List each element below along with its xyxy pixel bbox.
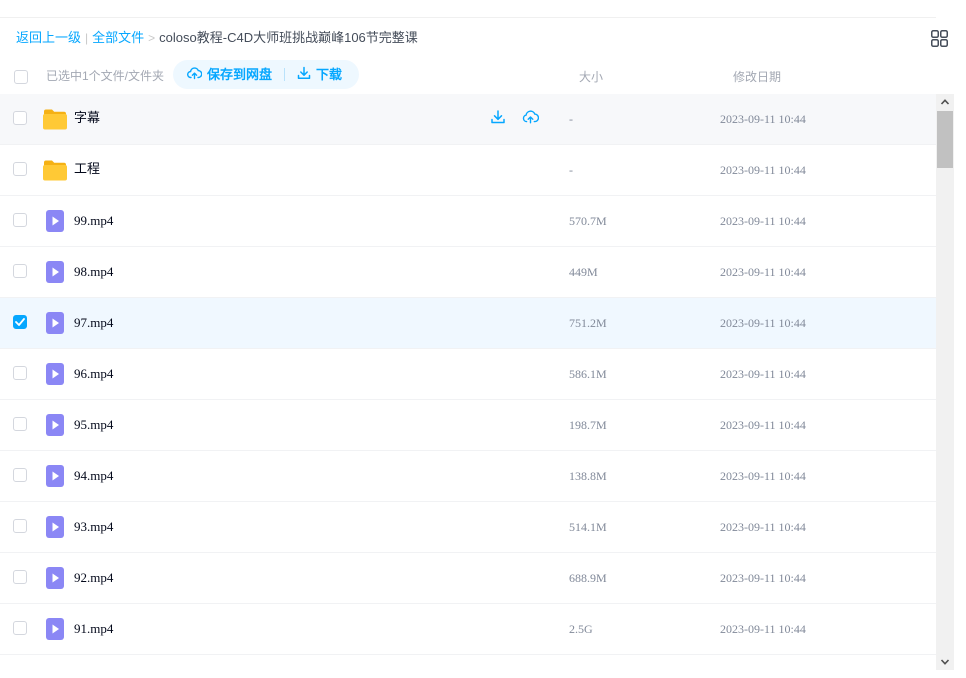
row-download-icon[interactable] xyxy=(490,109,506,125)
scroll-up-icon[interactable] xyxy=(936,94,954,110)
row-checkbox[interactable] xyxy=(13,621,27,635)
folder-row[interactable]: 字幕 - 2023-09-11 10:44 xyxy=(0,94,936,145)
download-label: 下载 xyxy=(316,66,343,82)
scroll-down-icon[interactable] xyxy=(936,654,954,670)
file-name[interactable]: 94.mp4 xyxy=(74,468,113,484)
video-file-icon xyxy=(44,260,66,289)
breadcrumb: 返回上一级 | 全部文件 > coloso教程-C4D大师班挑战巅峰106节完整… xyxy=(16,29,418,47)
file-size: 514.1M xyxy=(569,520,607,534)
file-name[interactable]: 98.mp4 xyxy=(74,264,113,280)
file-name[interactable]: 字幕 xyxy=(74,111,100,127)
row-checkbox[interactable] xyxy=(13,213,27,227)
file-size: 751.2M xyxy=(569,316,607,330)
file-name[interactable]: 91.mp4 xyxy=(74,621,113,637)
breadcrumb-arrow: > xyxy=(148,31,156,45)
file-row[interactable]: 94.mp4 138.8M 2023-09-11 10:44 xyxy=(0,451,936,502)
download-button[interactable]: 下载 xyxy=(297,66,342,84)
download-icon xyxy=(297,66,311,84)
video-file-icon xyxy=(44,311,66,340)
row-checkbox[interactable] xyxy=(13,519,27,533)
video-file-icon xyxy=(44,617,66,646)
row-save-to-drive-icon[interactable] xyxy=(522,109,540,125)
file-size: 688.9M xyxy=(569,571,607,585)
folder-row[interactable]: 工程 - 2023-09-11 10:44 xyxy=(0,145,936,196)
modified-date: 2023-09-11 10:44 xyxy=(720,316,806,330)
modified-date: 2023-09-11 10:44 xyxy=(720,163,806,177)
folder-icon xyxy=(42,107,68,136)
current-folder-title: coloso教程-C4D大师班挑战巅峰106节完整课 xyxy=(159,30,418,45)
modified-date: 2023-09-11 10:44 xyxy=(720,469,806,483)
file-row[interactable]: 92.mp4 688.9M 2023-09-11 10:44 xyxy=(0,553,936,604)
modified-date: 2023-09-11 10:44 xyxy=(720,520,806,534)
row-actions xyxy=(490,109,540,125)
back-link[interactable]: 返回上一级 xyxy=(16,29,81,47)
all-files-link[interactable]: 全部文件 xyxy=(92,29,144,47)
date-column-header[interactable]: 修改日期 xyxy=(733,68,781,85)
file-size: 570.7M xyxy=(569,214,607,228)
row-checkbox[interactable] xyxy=(13,264,27,278)
breadcrumb-divider: | xyxy=(85,31,89,45)
file-row[interactable]: 98.mp4 449M 2023-09-11 10:44 xyxy=(0,247,936,298)
save-to-drive-label: 保存到网盘 xyxy=(207,66,273,82)
file-list: 字幕 -2023-09-11 10:44 工程 -2023-09-11 10:44 99… xyxy=(0,94,936,678)
batch-actions: 保存到网盘 下载 xyxy=(173,60,359,89)
video-file-icon xyxy=(44,515,66,544)
row-checkbox[interactable] xyxy=(13,417,27,431)
file-row[interactable]: 93.mp4 514.1M 2023-09-11 10:44 xyxy=(0,502,936,553)
cloud-upload-icon xyxy=(187,66,203,84)
file-size: 586.1M xyxy=(569,367,607,381)
video-file-icon xyxy=(44,413,66,442)
file-share-page: 返回上一级 | 全部文件 > coloso教程-C4D大师班挑战巅峰106节完整… xyxy=(0,0,966,678)
file-row[interactable]: 96.mp4 586.1M 2023-09-11 10:44 xyxy=(0,349,936,400)
grid-view-icon[interactable] xyxy=(931,30,948,47)
file-name[interactable]: 92.mp4 xyxy=(74,570,113,586)
modified-date: 2023-09-11 10:44 xyxy=(720,367,806,381)
scroll-thumb[interactable] xyxy=(937,111,953,168)
row-checkbox[interactable] xyxy=(13,570,27,584)
row-checkbox[interactable] xyxy=(13,366,27,380)
file-name[interactable]: 99.mp4 xyxy=(74,213,113,229)
modified-date: 2023-09-11 10:44 xyxy=(720,265,806,279)
modified-date: 2023-09-11 10:44 xyxy=(720,418,806,432)
file-size: 2.5G xyxy=(569,622,593,636)
size-column-header[interactable]: 大小 xyxy=(579,68,603,85)
modified-date: 2023-09-11 10:44 xyxy=(720,214,806,228)
modified-date: 2023-09-11 10:44 xyxy=(720,571,806,585)
scrollbar[interactable] xyxy=(936,94,954,670)
select-all-checkbox[interactable] xyxy=(14,70,28,84)
row-checkbox[interactable] xyxy=(13,111,27,125)
row-checkbox[interactable] xyxy=(13,162,27,176)
file-size: 449M xyxy=(569,265,598,279)
file-size: 198.7M xyxy=(569,418,607,432)
file-name[interactable]: 95.mp4 xyxy=(74,417,113,433)
video-file-icon xyxy=(44,464,66,493)
modified-date: 2023-09-11 10:44 xyxy=(720,112,806,126)
row-checkbox[interactable] xyxy=(13,468,27,482)
file-name[interactable]: 93.mp4 xyxy=(74,519,113,535)
file-size: - xyxy=(569,112,573,126)
file-name[interactable]: 97.mp4 xyxy=(74,315,113,331)
action-divider xyxy=(284,68,286,81)
file-row[interactable]: 95.mp4 198.7M 2023-09-11 10:44 xyxy=(0,400,936,451)
selected-count: 已选中1个文件/文件夹 xyxy=(46,69,165,83)
folder-icon xyxy=(42,158,68,187)
file-size: - xyxy=(569,163,573,177)
file-row[interactable]: 91.mp4 2.5G 2023-09-11 10:44 xyxy=(0,604,936,655)
file-size: 138.8M xyxy=(569,469,607,483)
video-file-icon xyxy=(44,209,66,238)
save-to-drive-button[interactable]: 保存到网盘 xyxy=(187,66,272,84)
modified-date: 2023-09-11 10:44 xyxy=(720,622,806,636)
file-name[interactable]: 工程 xyxy=(74,162,100,178)
video-file-icon xyxy=(44,362,66,391)
video-file-icon xyxy=(44,566,66,595)
file-row[interactable]: 97.mp4 751.2M 2023-09-11 10:44 xyxy=(0,298,936,349)
list-header: 已选中1个文件/文件夹 保存到网盘 下载 大小 修改日期 xyxy=(0,60,936,92)
top-divider xyxy=(0,17,936,18)
row-checkbox[interactable] xyxy=(13,315,27,329)
file-row[interactable]: 99.mp4 570.7M 2023-09-11 10:44 xyxy=(0,196,936,247)
file-name[interactable]: 96.mp4 xyxy=(74,366,113,382)
